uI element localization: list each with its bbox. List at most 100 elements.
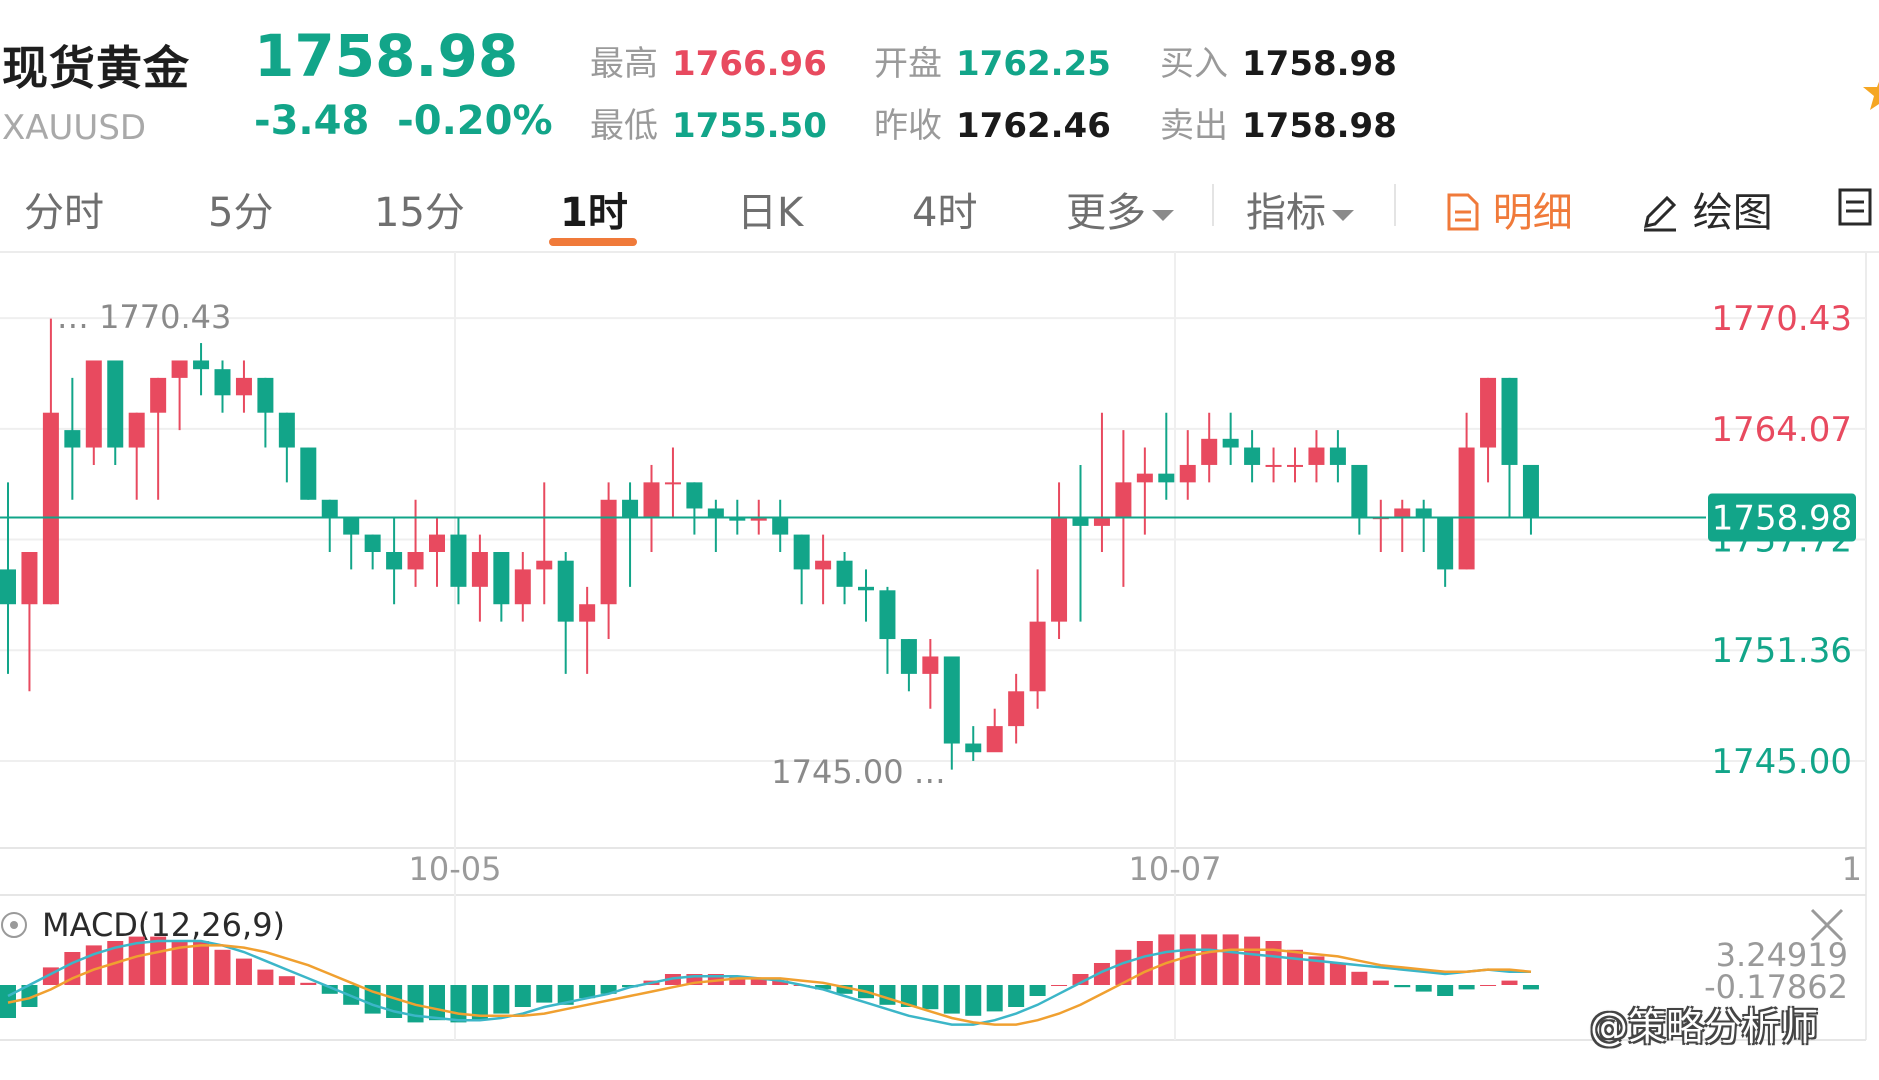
macd-bar (278, 976, 295, 985)
candle-body (364, 534, 381, 552)
candle-body (1480, 377, 1497, 448)
high-annotation: … 1770.43 (57, 298, 232, 336)
candle-body (1287, 464, 1303, 467)
candle-body (1415, 508, 1432, 518)
candle-body (21, 552, 38, 605)
price-axis-label: 1751.36 (1711, 631, 1852, 671)
macd-bar (922, 985, 939, 1010)
candle-body (1201, 438, 1218, 465)
macd-bar (300, 982, 317, 985)
candle-body (836, 560, 853, 587)
candle-body (64, 430, 81, 448)
macd-bar (1351, 971, 1368, 985)
macd-bar (1394, 985, 1411, 988)
macd-bar (150, 936, 167, 985)
candle-body (0, 569, 16, 605)
date-label: 10-07 (1129, 850, 1222, 888)
macd-bar (965, 985, 982, 1016)
candle-body (579, 604, 596, 622)
candle-body (1158, 473, 1175, 483)
macd-bar (1051, 985, 1068, 986)
candle-body (879, 590, 896, 640)
candle-body (257, 377, 274, 413)
macd-bar (536, 985, 553, 1003)
candle-body (1029, 621, 1046, 692)
candle-body (965, 743, 982, 753)
candle-body (450, 534, 467, 587)
candle-body (1244, 447, 1261, 465)
price-axis-label: 1770.43 (1711, 299, 1852, 339)
candle-body (343, 517, 360, 535)
candle-body (514, 569, 531, 605)
macd-bar (1329, 963, 1346, 985)
candle-body (536, 560, 553, 570)
macd-bar (450, 985, 467, 1023)
candle-body (171, 360, 188, 378)
macd-bar (1522, 985, 1539, 990)
candle-body (493, 552, 510, 605)
candle-body (1394, 508, 1411, 518)
macd-bar (1201, 934, 1218, 985)
macd-bar (1287, 949, 1303, 985)
candle-body (793, 534, 810, 570)
candle-body (42, 412, 59, 605)
candlestick-chart[interactable]: 10-0510-0711770.431764.071757.721751.361… (0, 0, 1879, 1080)
current-price-tag: 1758.98 (1712, 499, 1853, 539)
macd-bar (1437, 985, 1454, 996)
candle-body (1458, 447, 1475, 570)
macd-bar (1179, 934, 1196, 985)
macd-bar (193, 941, 210, 985)
settings-icon-center (10, 921, 18, 929)
candle-body (235, 377, 252, 396)
macd-bar (214, 949, 231, 985)
candle-body (622, 499, 639, 518)
macd-bar (1480, 985, 1497, 986)
macd-bar (1136, 941, 1153, 985)
candle-body (1522, 464, 1539, 518)
candle-body (664, 482, 681, 485)
candle-body (1051, 517, 1068, 622)
macd-bar (429, 985, 445, 1021)
candle-body (1136, 473, 1153, 483)
candle-body (986, 726, 1003, 753)
candle-body (214, 369, 231, 396)
candle-body (128, 412, 145, 448)
candle-body (557, 560, 574, 622)
candle-body (321, 499, 338, 518)
candle-body (1265, 464, 1282, 467)
candle-body (193, 360, 210, 370)
macd-bar (1372, 980, 1389, 985)
macd-bar (1458, 985, 1475, 990)
macd-bar (1158, 934, 1175, 985)
macd-bar (1265, 941, 1282, 985)
candle-body (1222, 438, 1239, 448)
candle-body (300, 447, 317, 500)
candle-body (900, 639, 917, 674)
candle-body (1115, 482, 1132, 518)
candle-body (85, 360, 102, 448)
candle-body (1351, 464, 1368, 518)
price-axis-label: 1764.07 (1711, 410, 1852, 450)
candle-body (471, 552, 488, 587)
candle-body (707, 508, 724, 518)
date-label: 1 (1842, 850, 1862, 888)
candle-body (772, 517, 789, 535)
macd-bar (493, 985, 510, 1014)
candle-body (386, 552, 403, 570)
candle-body (858, 586, 874, 591)
macd-bar (235, 958, 252, 985)
watermark: @策略分析师 (1590, 1005, 1819, 1049)
price-axis-label: 1745.00 (1711, 742, 1852, 782)
macd-bar (1501, 980, 1518, 985)
macd-bar (986, 985, 1003, 1012)
candle-body (922, 656, 939, 674)
candle-body (600, 499, 617, 605)
candle-body (815, 560, 832, 570)
macd-bar (257, 969, 274, 985)
candle-body (1329, 447, 1346, 465)
date-label: 10-05 (409, 850, 502, 888)
candle-body (686, 482, 703, 509)
macd-bar (1222, 934, 1239, 985)
candle-body (407, 552, 424, 570)
candle-body (150, 377, 167, 413)
